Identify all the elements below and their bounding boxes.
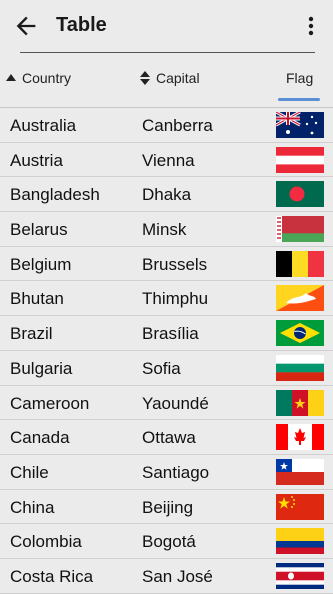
australia-flag-icon [276,112,324,138]
flag-header-label: Flag [286,70,314,86]
flag-column-indicator [278,98,320,101]
capital-header-label: Capital [156,70,200,86]
capital-column-header[interactable]: Capital [140,70,200,86]
capital-cell: Ottawa [142,428,196,448]
table-header: Country Capital Flag [0,53,333,107]
country-cell: Australia [10,116,77,135]
table-row[interactable]: Bangladesh Dhaka [0,177,333,213]
chile-flag-icon [276,458,324,485]
country-cell: Bangladesh [10,185,100,205]
capital-cell: Vienna [142,150,195,170]
capital-cell: Thimphu [142,289,209,309]
flag-column-header[interactable]: Flag [286,70,313,86]
bhutan-flag-icon [276,285,324,312]
capital-cell: Dhaka [142,185,192,205]
table-row[interactable]: Cameroon Yaoundé [0,386,333,421]
country-cell: Belarus [10,220,68,240]
table-row[interactable]: Bhutan Thimphu [0,281,333,317]
capital-cell: San José [142,566,213,586]
sort-ascending-icon [6,74,16,81]
app-bar: Table [0,0,333,52]
country-cell: Brazil [10,324,53,344]
country-cell: Bhutan [10,289,64,309]
capital-cell: Brasília [142,324,199,344]
austria-flag-icon [276,146,324,173]
table-row[interactable]: China Beijing [0,490,333,525]
country-cell: Austria [10,150,63,170]
cameroon-flag-icon [276,389,324,416]
table-row[interactable]: Austria Vienna [0,143,333,178]
table-row[interactable]: Belarus Minsk [0,212,333,247]
capital-cell: Beijing [142,497,194,517]
table-row[interactable]: Belgium Brussels [0,247,333,282]
page-title: Table [56,14,107,36]
sort-icon [140,71,150,85]
country-column-header[interactable]: Country [6,70,71,86]
capital-cell: Minsk [142,220,187,240]
country-cell: Canada [10,428,70,448]
canada-flag-icon [276,424,324,451]
belgium-flag-icon [276,250,324,277]
bangladesh-flag-icon [276,181,324,208]
capital-cell: Canberra [142,116,213,135]
more-options-icon[interactable] [299,12,323,40]
table-row[interactable]: Chile Santiago [0,455,333,490]
table-row[interactable]: Costa Rica San José [0,559,333,594]
country-header-label: Country [22,70,72,86]
country-cell: Chile [10,462,49,482]
country-cell: China [10,497,55,517]
country-cell: Colombia [10,532,82,552]
colombia-flag-icon [276,528,324,555]
table-row[interactable]: Canada Ottawa [0,420,333,455]
country-cell: Cameroon [10,393,90,413]
capital-cell: Bogotá [142,532,196,552]
capital-cell: Sofia [142,358,181,378]
brazil-flag-icon [276,320,324,347]
capital-cell: Yaoundé [142,393,209,413]
country-table: Australia Canberra Austria Vienna Bangla… [0,108,333,594]
country-cell: Costa Rica [10,566,94,586]
costa-rica-flag-icon [276,562,324,589]
table-row[interactable]: Colombia Bogotá [0,524,333,559]
china-flag-icon [276,493,324,520]
table-row[interactable]: Australia Canberra [0,108,333,143]
back-arrow-icon[interactable] [12,12,40,40]
belarus-flag-icon [276,216,324,243]
country-cell: Belgium [10,254,72,274]
capital-cell: Brussels [142,254,208,274]
table-row[interactable]: Brazil Brasília [0,316,333,351]
country-cell: Bulgaria [10,358,73,378]
bulgaria-flag-icon [276,354,324,381]
table-row[interactable]: Bulgaria Sofia [0,351,333,386]
capital-cell: Santiago [142,462,210,482]
